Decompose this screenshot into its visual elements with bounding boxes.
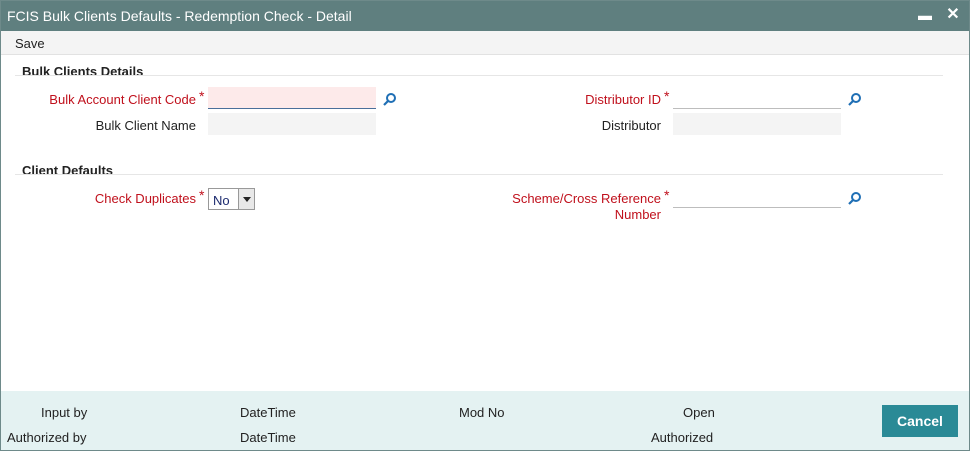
scheme-cross-reference-label: Scheme/Cross Reference (512, 191, 661, 206)
audit-footer: Input by Authorized by DateTime DateTime… (1, 391, 969, 450)
open-status-label: Open (683, 405, 715, 420)
datetime-label: DateTime (240, 405, 296, 420)
section-title-client-defaults: Client Defaults (22, 163, 114, 178)
mod-no-label: Mod No (459, 405, 505, 420)
bulk-client-name-label: Bulk Client Name (95, 118, 196, 133)
title-bar: FCIS Bulk Clients Defaults - Redemption … (1, 1, 969, 31)
input-by-label: Input by (41, 405, 88, 420)
authorized-by-label: Authorized by (7, 430, 87, 445)
distributor-label: Distributor (601, 118, 661, 133)
bulk-account-client-code-label: Bulk Account Client Code (49, 92, 196, 107)
distributor-field (673, 113, 841, 135)
required-mark: * (664, 88, 670, 104)
required-mark: * (664, 187, 670, 203)
distributor-id-input[interactable] (673, 87, 841, 109)
detail-window: FCIS Bulk Clients Defaults - Redemption … (0, 0, 970, 451)
save-button[interactable]: Save (15, 36, 45, 51)
distributor-id-label: Distributor ID (585, 92, 661, 107)
scheme-cross-reference-label-line2: Number (614, 207, 661, 222)
search-icon[interactable] (848, 191, 862, 205)
datetime-label: DateTime (240, 430, 296, 445)
toolbar: Save (1, 31, 969, 55)
scheme-cross-reference-input[interactable] (673, 186, 841, 208)
authorized-status-label: Authorized (651, 430, 714, 445)
minimize-icon[interactable]: ▬ (915, 5, 935, 25)
search-icon[interactable] (848, 92, 862, 106)
cancel-button-label: Cancel (897, 413, 943, 429)
required-mark: * (199, 187, 205, 203)
window-title: FCIS Bulk Clients Defaults - Redemption … (7, 8, 352, 24)
section-title-bulk-clients-details: Bulk Clients Details (22, 64, 144, 79)
bulk-account-client-code-input[interactable] (208, 87, 376, 109)
check-duplicates-select[interactable]: No (208, 188, 255, 210)
chevron-down-icon[interactable] (238, 189, 254, 209)
search-icon[interactable] (383, 92, 397, 106)
section-divider (15, 75, 943, 76)
required-mark: * (199, 88, 205, 104)
check-duplicates-label: Check Duplicates (94, 191, 196, 206)
check-duplicates-value: No (213, 193, 230, 208)
section-divider (15, 174, 943, 175)
bulk-client-name-field (208, 113, 376, 135)
close-icon[interactable]: ✕ (943, 5, 963, 25)
cancel-button[interactable]: Cancel (882, 405, 958, 437)
